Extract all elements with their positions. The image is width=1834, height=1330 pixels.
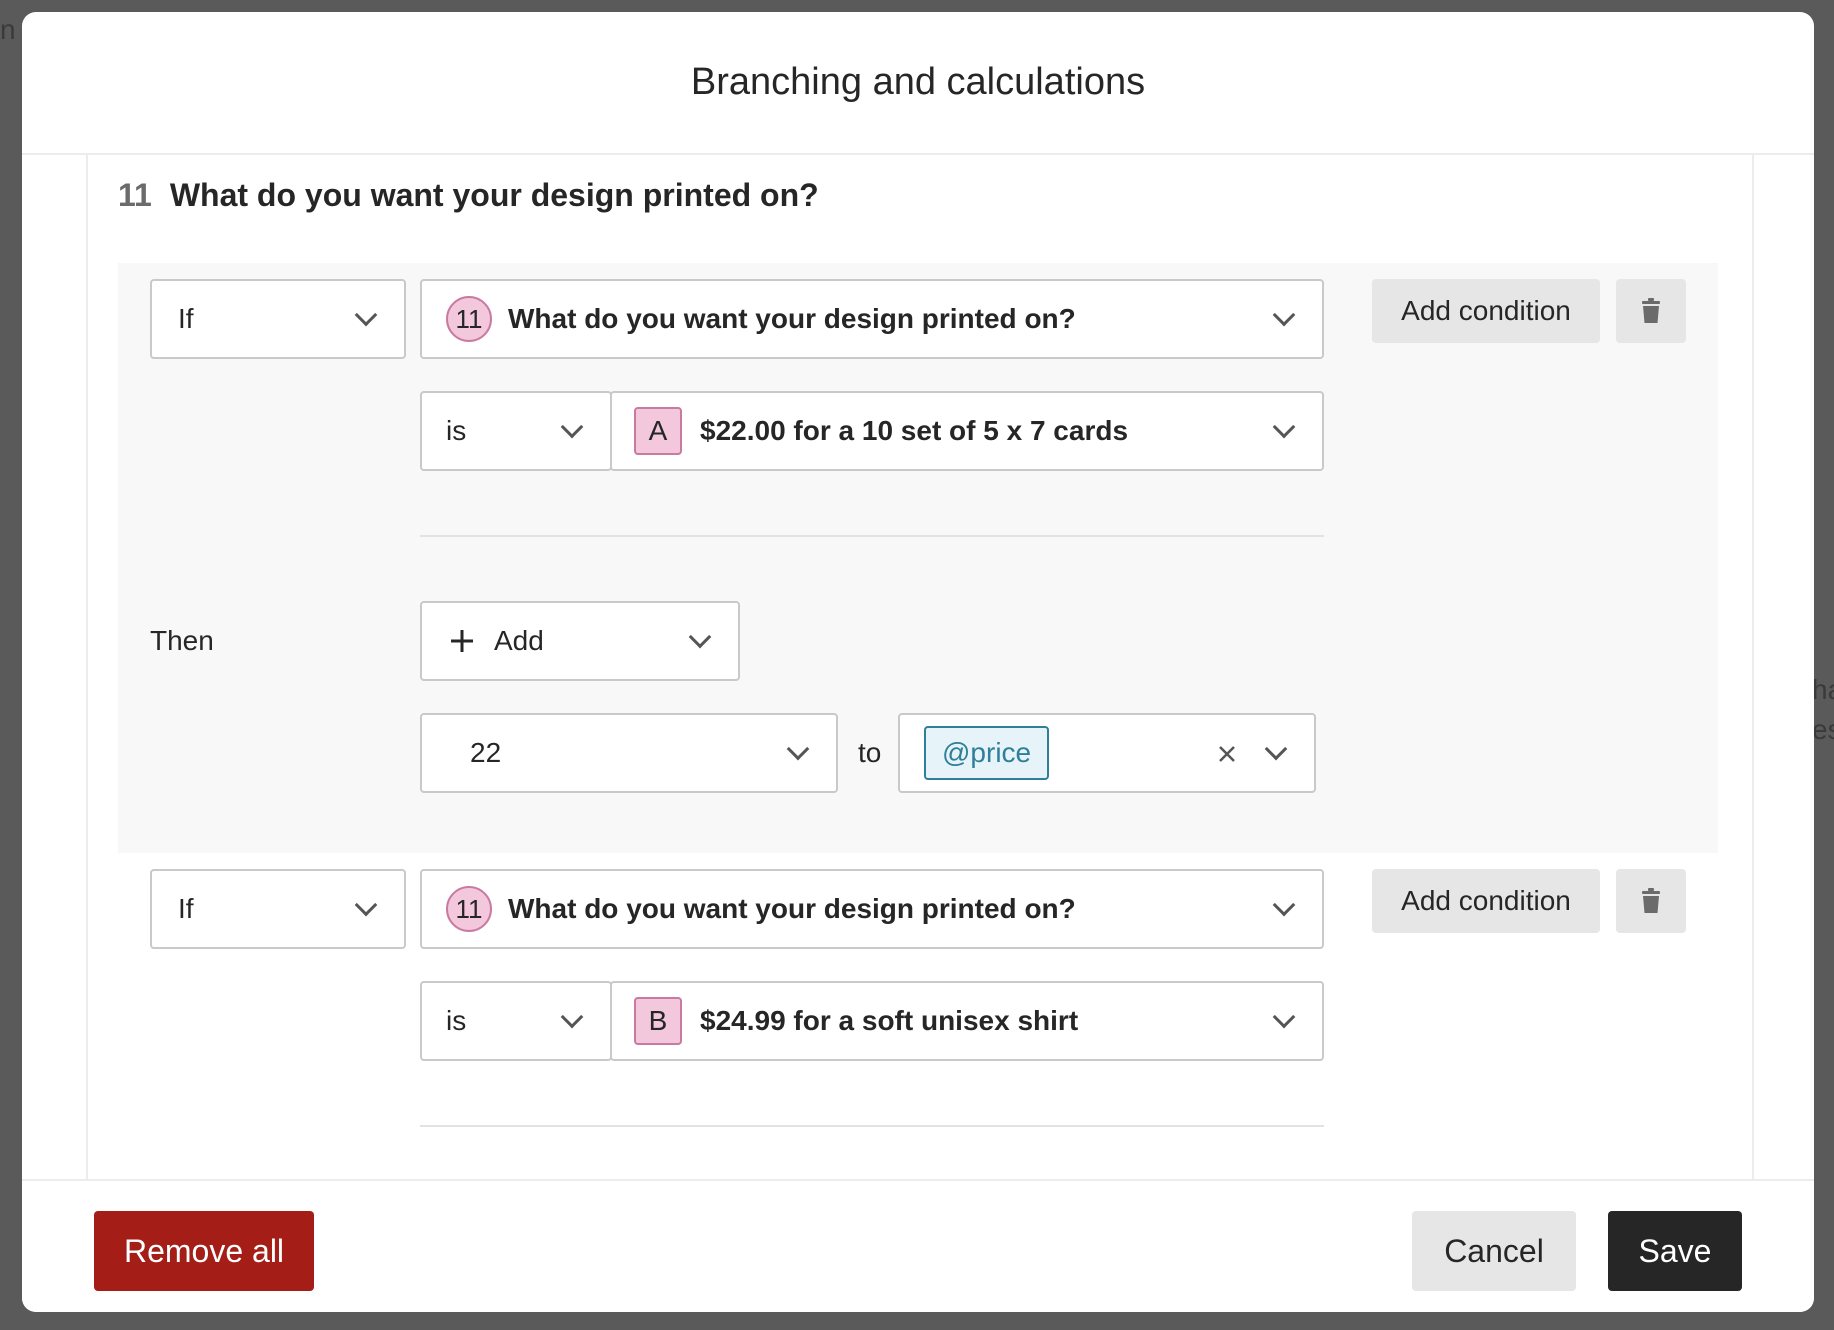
question-number: 11	[118, 177, 152, 213]
modal-title: Branching and calculations	[690, 61, 1146, 103]
value-select[interactable]: 22	[420, 713, 838, 793]
modal-footer: Remove all Cancel Save	[22, 1179, 1814, 1312]
trash-icon	[1642, 298, 1660, 323]
answer-choice-badge: A	[634, 407, 682, 455]
question-number-badge: 11	[446, 296, 492, 342]
if-select[interactable]: If	[150, 869, 406, 949]
if-select-label: If	[178, 893, 194, 924]
if-select[interactable]: If	[150, 279, 406, 359]
plus-icon	[451, 630, 473, 652]
add-condition-button[interactable]: Add condition	[1372, 279, 1600, 343]
variable-select[interactable]: @price	[898, 713, 1316, 793]
delete-rule-button[interactable]	[1616, 869, 1686, 933]
chevron-down-icon	[1272, 1005, 1296, 1029]
chevron-down-icon	[688, 625, 712, 649]
answer-select[interactable]: B $24.99 for a soft unisex shirt	[610, 981, 1324, 1061]
chevron-down-icon	[786, 737, 810, 761]
condition-divider	[420, 535, 1324, 537]
value-select-label: 22	[470, 737, 502, 768]
answer-choice-badge: B	[634, 997, 682, 1045]
operator-select[interactable]: is	[420, 391, 612, 471]
rule-block-2: If 11 What do you want your design print…	[118, 853, 1718, 1179]
question-select[interactable]: 11 What do you want your design printed …	[420, 869, 1324, 949]
if-select-label: If	[178, 303, 194, 334]
operator-label: is	[446, 415, 467, 446]
trash-icon	[1642, 888, 1660, 913]
operator-select[interactable]: is	[420, 981, 612, 1061]
modal-header: Branching and calculations	[22, 12, 1814, 155]
rule-block-1: If 11 What do you want your design print…	[118, 263, 1718, 853]
branching-modal: Branching and calculations 11 What do yo…	[22, 12, 1814, 1312]
question-select-label: What do you want your design printed on?	[508, 893, 1076, 924]
cancel-button[interactable]: Cancel	[1412, 1211, 1576, 1291]
add-condition-button[interactable]: Add condition	[1372, 869, 1600, 933]
background-text-left: n	[0, 14, 16, 45]
rules-content: 11 What do you want your design printed …	[86, 155, 1754, 1179]
chevron-down-icon	[354, 303, 378, 327]
chevron-down-icon	[1264, 737, 1288, 761]
chevron-down-icon	[1272, 893, 1296, 917]
add-action-label: Add	[494, 625, 544, 656]
rules-scroll-area[interactable]: 11 What do you want your design printed …	[22, 155, 1814, 1179]
question-select[interactable]: 11 What do you want your design printed …	[420, 279, 1324, 359]
delete-rule-button[interactable]	[1616, 279, 1686, 343]
then-label: Then	[150, 625, 214, 656]
add-action-select[interactable]: Add	[420, 601, 740, 681]
chevron-down-icon	[1272, 303, 1296, 327]
operator-label: is	[446, 1005, 467, 1036]
background-text-right-1: ha	[1812, 674, 1834, 705]
chevron-down-icon	[1272, 415, 1296, 439]
question-select-label: What do you want your design printed on?	[508, 303, 1076, 334]
save-button[interactable]: Save	[1608, 1211, 1742, 1291]
answer-select-label: $22.00 for a 10 set of 5 x 7 cards	[700, 415, 1129, 446]
chevron-down-icon	[560, 415, 584, 439]
answer-select[interactable]: A $22.00 for a 10 set of 5 x 7 cards	[610, 391, 1324, 471]
condition-divider	[420, 1125, 1324, 1127]
clear-icon[interactable]	[1218, 745, 1236, 763]
chevron-down-icon	[354, 893, 378, 917]
question-number-badge: 11	[446, 886, 492, 932]
chevron-down-icon	[560, 1005, 584, 1029]
background-text-right-2: es	[1812, 714, 1834, 745]
answer-select-label: $24.99 for a soft unisex shirt	[700, 1005, 1079, 1036]
price-variable-tag[interactable]: @price	[924, 726, 1050, 780]
question-title: What do you want your design printed on?	[169, 177, 819, 213]
to-label: to	[858, 737, 882, 768]
question-heading: 11 What do you want your design printed …	[118, 177, 819, 214]
remove-all-button[interactable]: Remove all	[94, 1211, 314, 1291]
